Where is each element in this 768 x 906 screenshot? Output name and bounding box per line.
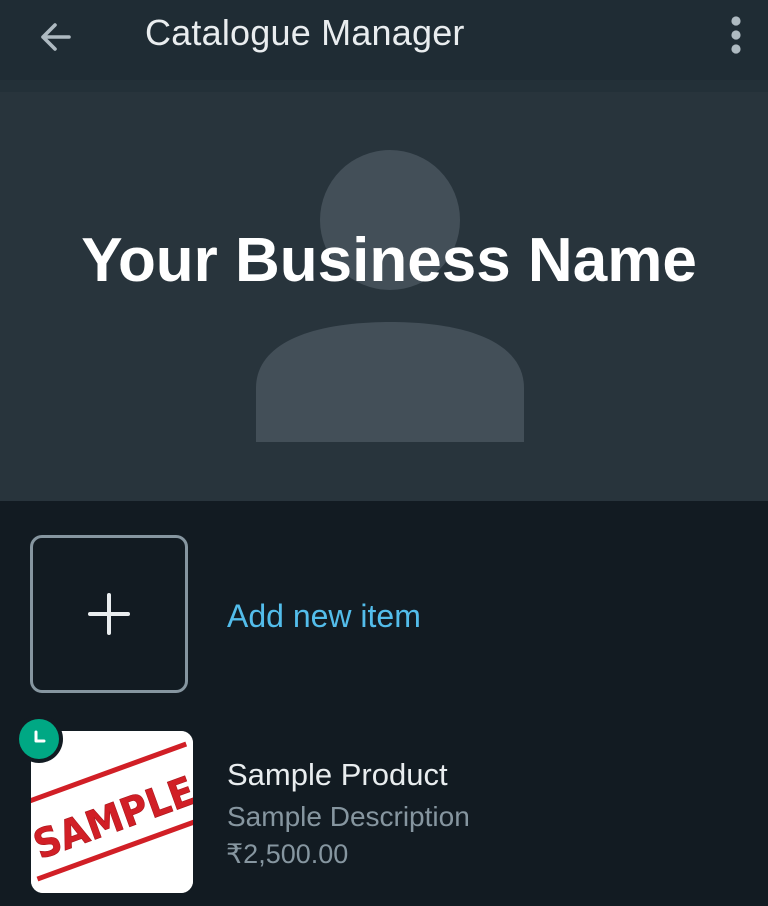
clock-icon (34, 730, 46, 743)
business-name: Your Business Name (81, 226, 697, 295)
more-options-button[interactable] (718, 12, 754, 58)
business-cover[interactable]: Your Business Name (0, 80, 768, 501)
product-description: Sample Description (227, 801, 470, 832)
add-new-item-row[interactable]: Add new item (30, 535, 730, 697)
more-vertical-icon (731, 16, 741, 54)
pending-badge-circle (19, 719, 59, 759)
product-name: Sample Product (227, 757, 448, 792)
add-item-tile[interactable] (30, 535, 188, 693)
cover-shade (0, 80, 768, 92)
person-placeholder-icon (256, 150, 524, 442)
back-button[interactable] (32, 14, 78, 60)
add-new-item-label[interactable]: Add new item (227, 598, 421, 635)
catalogue-manager-screen: Catalogue Manager Your Business Name Add… (0, 0, 768, 906)
page-title: Catalogue Manager (145, 12, 465, 53)
plus-icon (88, 593, 130, 635)
product-list-item[interactable]: SAMPLE Sample Product Sample Description… (14, 715, 734, 895)
arrow-left-icon (41, 23, 71, 51)
pending-status-badge (15, 715, 63, 763)
product-price: ₹2,500.00 (226, 839, 349, 869)
app-toolbar: Catalogue Manager (0, 0, 768, 80)
